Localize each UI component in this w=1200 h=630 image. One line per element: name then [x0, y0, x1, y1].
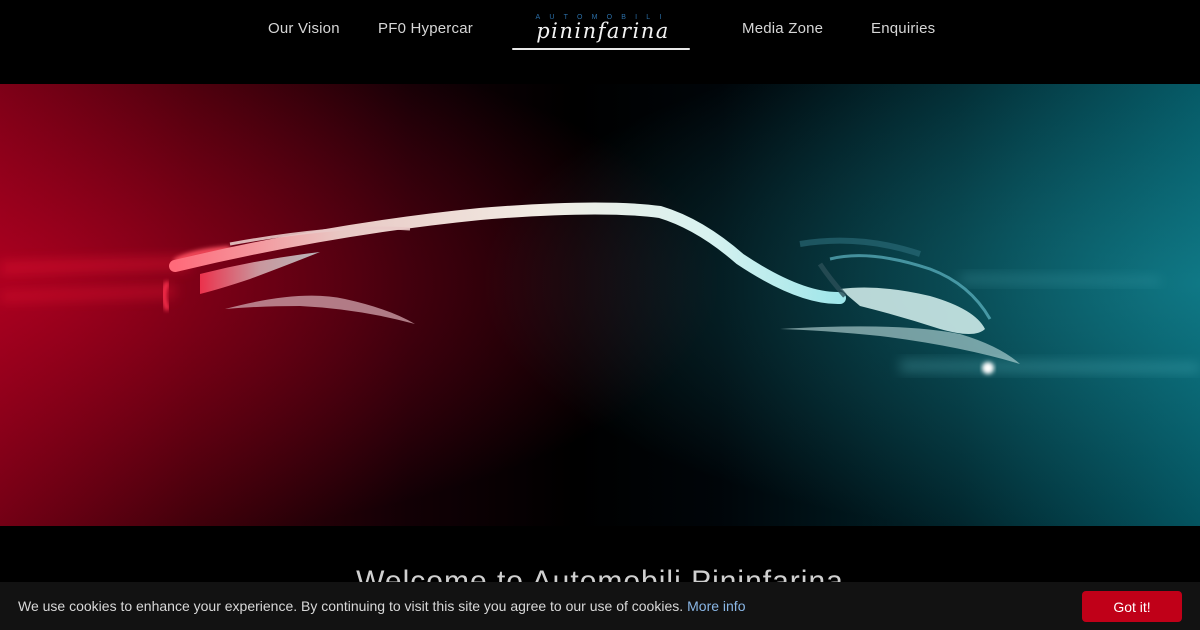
cookie-message-container: We use cookies to enhance your experienc…: [18, 598, 745, 614]
logo-underline: [512, 48, 690, 50]
nav-link-media-zone[interactable]: Media Zone: [742, 20, 823, 37]
cookie-accept-button[interactable]: Got it!: [1082, 591, 1182, 622]
hypercar-silhouette-image: [0, 84, 1200, 526]
logo-script-text: pininfarina: [536, 19, 670, 43]
nav-link-enquiries[interactable]: Enquiries: [871, 20, 935, 37]
nav-link-pf0-hypercar[interactable]: PF0 Hypercar: [378, 20, 473, 37]
hero-banner: [0, 84, 1200, 526]
nav-link-our-vision[interactable]: Our Vision: [268, 20, 340, 37]
cookie-consent-bar: We use cookies to enhance your experienc…: [0, 582, 1200, 630]
top-navigation-bar: Our Vision PF0 Hypercar AUTOMOBILI pinin…: [0, 0, 1200, 84]
cookie-message: We use cookies to enhance your experienc…: [18, 598, 684, 614]
cookie-more-info-link[interactable]: More info: [687, 598, 745, 614]
pininfarina-logo[interactable]: AUTOMOBILI pininfarina: [508, 14, 694, 56]
